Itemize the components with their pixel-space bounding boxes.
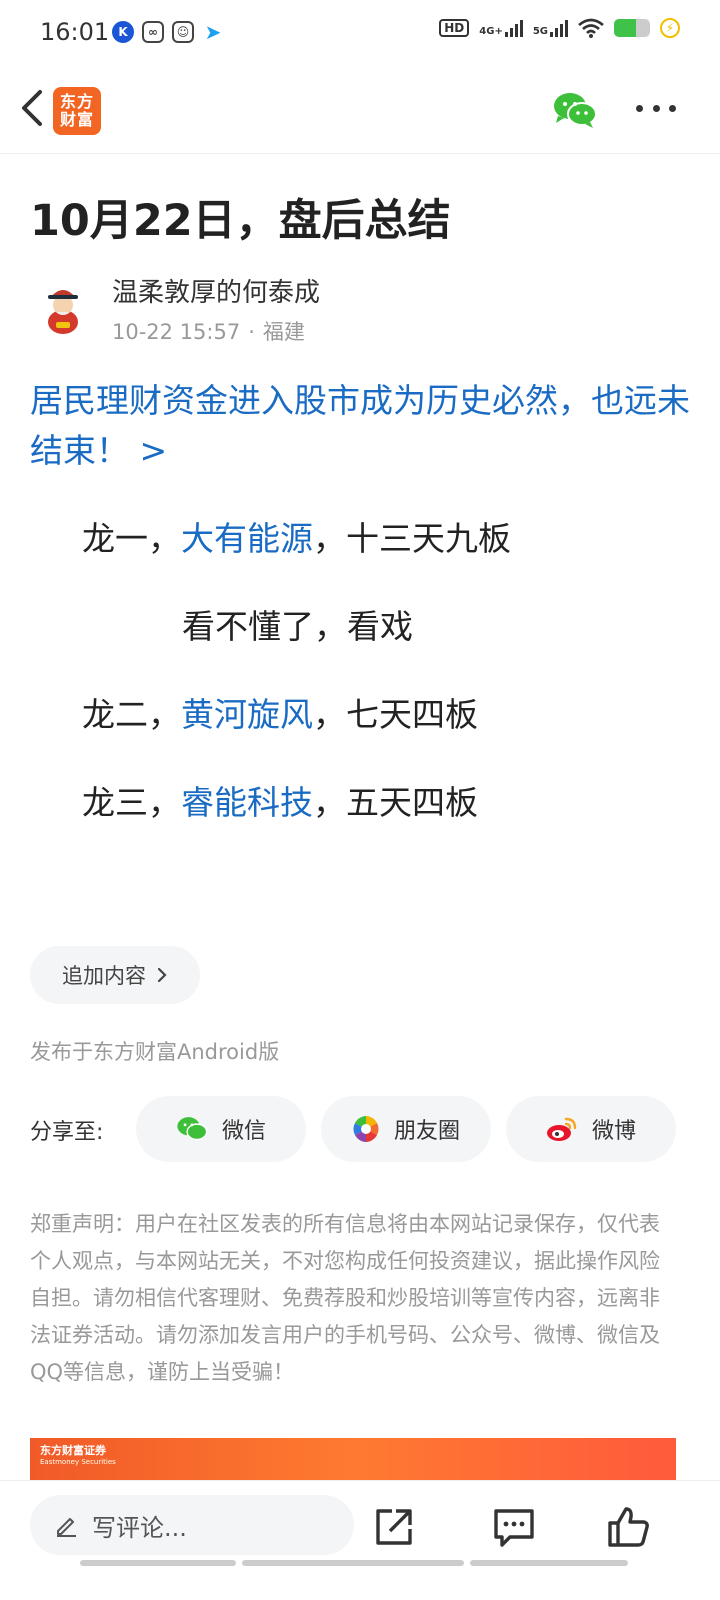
like-icon[interactable] — [606, 1505, 650, 1549]
share-label: 分享至: — [30, 1120, 104, 1145]
wechat-icon — [177, 1117, 208, 1141]
banner-brand: 东方财富证券 — [40, 1444, 106, 1457]
app-link-icon: ∞ — [142, 21, 164, 43]
author-avatar[interactable] — [34, 278, 92, 336]
hd-icon: HD — [439, 19, 470, 37]
battery-icon — [614, 19, 650, 37]
nav-indicator — [470, 1560, 628, 1566]
post-time: 10-22 15:57 — [112, 320, 241, 344]
content-line-3: 龙二，黄河旋风，七天四板 — [82, 695, 478, 734]
comment-input[interactable]: 写评论... — [30, 1495, 354, 1555]
content-line-2: 看不懂了，看戏 — [182, 607, 413, 646]
append-content-button[interactable]: 追加内容 — [30, 946, 200, 1004]
comment-icon[interactable] — [492, 1505, 536, 1549]
status-bar: 16:01 K ∞ ☺ ➤ HD 4G+ 5G ⚡ — [0, 0, 720, 66]
eastmoney-logo[interactable]: 东方 财富 — [53, 87, 101, 135]
chevron-right-icon — [157, 967, 167, 983]
content-line-4: 龙三，睿能科技，五天四板 — [82, 783, 478, 822]
bottom-bar: 写评论... — [0, 1480, 720, 1600]
app-k-icon: K — [112, 21, 134, 43]
signal-icon-2 — [550, 19, 568, 37]
top-nav: 东方 财富 — [0, 66, 720, 154]
charging-icon: ⚡ — [660, 18, 680, 38]
wifi-icon — [578, 18, 604, 38]
stock-link[interactable]: 黄河旋风 — [181, 695, 313, 734]
post-location: 福建 — [262, 320, 305, 344]
status-right: HD 4G+ 5G ⚡ — [439, 18, 680, 38]
notification-icons: K ∞ ☺ ➤ — [112, 20, 224, 44]
nav-indicator — [80, 1560, 236, 1566]
article-title: 10月22日，盘后总结 — [30, 196, 451, 246]
app-face-icon: ☺ — [172, 21, 194, 43]
weibo-icon — [546, 1117, 577, 1141]
app-send-icon: ➤ — [204, 20, 222, 44]
stock-link[interactable]: 大有能源 — [181, 519, 313, 558]
share-weibo-button[interactable]: 微博 — [506, 1096, 676, 1162]
moments-icon — [353, 1116, 379, 1142]
wechat-icon[interactable] — [552, 90, 598, 130]
network-5g: 5G — [533, 19, 568, 37]
back-arrow-icon[interactable] — [14, 86, 54, 130]
more-icon[interactable] — [636, 96, 676, 120]
share-moments-button[interactable]: 朋友圈 — [321, 1096, 491, 1162]
banner-sub: Eastmoney Securities — [40, 1458, 116, 1466]
ad-banner[interactable]: 东方财富证券 Eastmoney Securities — [30, 1438, 676, 1480]
content-line-1: 龙一，大有能源，十三天九板 — [82, 519, 511, 558]
post-meta: 10-22 15:57 · 福建 — [112, 320, 305, 344]
signal-icon — [504, 19, 523, 37]
published-via: 发布于东方财富Android版 — [30, 1040, 280, 1064]
author-name[interactable]: 温柔敦厚的何泰成 — [112, 272, 320, 309]
share-icon[interactable] — [372, 1505, 416, 1549]
share-wechat-button[interactable]: 微信 — [136, 1096, 306, 1162]
article-link[interactable]: 居民理财资金进入股市成为历史必然，也远未结束！ > — [30, 376, 690, 476]
network-4g: 4G+ — [479, 19, 523, 37]
status-time: 16:01 — [40, 18, 110, 46]
nav-indicator — [242, 1560, 464, 1566]
stock-link[interactable]: 睿能科技 — [181, 783, 313, 822]
disclaimer: 郑重声明：用户在社区发表的所有信息将由本网站记录保存，仅代表个人观点，与本网站无… — [30, 1212, 660, 1384]
pencil-icon — [57, 1518, 76, 1537]
